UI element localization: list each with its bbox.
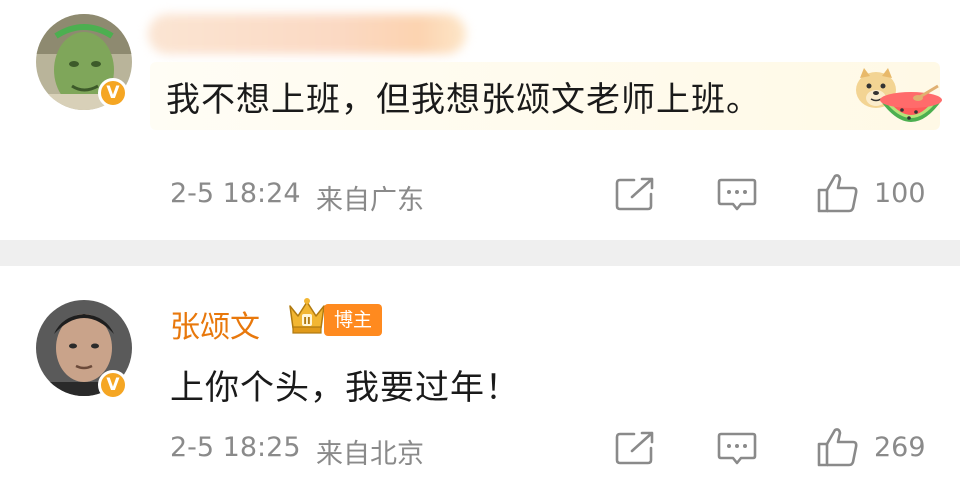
blurred-username (148, 14, 466, 54)
crown-level: II (303, 316, 310, 327)
share-icon[interactable] (614, 430, 656, 466)
reply-icon[interactable] (716, 176, 758, 214)
comment-time: 2-5 18:25 (170, 432, 301, 463)
comment-divider (0, 240, 960, 266)
like-count: 100 (874, 178, 926, 209)
username[interactable]: 张颂文 (170, 302, 260, 346)
comment-item: V 我不想上班，但我想张颂文老师上班。 2-5 18:24 来自广东 100 (0, 0, 960, 240)
like-icon[interactable] (816, 426, 860, 468)
like-icon[interactable] (816, 172, 860, 214)
crown-icon: II (289, 298, 325, 334)
watermelon-emoji (880, 84, 942, 122)
comment-location: 来自北京 (316, 439, 424, 470)
verified-badge: V (98, 370, 128, 400)
comment-time: 2-5 18:24 (170, 178, 301, 209)
share-icon[interactable] (614, 176, 656, 212)
blogger-badge: 博主 (324, 304, 383, 336)
comment-location: 来自广东 (316, 185, 424, 216)
comment-text: 我不想上班，但我想张颂文老师上班。 (166, 80, 761, 120)
verified-badge: V (98, 78, 128, 108)
comment-text: 上你个头，我要过年！ (170, 368, 520, 408)
like-count: 269 (874, 432, 926, 463)
reply-icon[interactable] (716, 430, 758, 468)
comment-item: V 张颂文 II 博主 上你个头，我要过年！ 2-5 18:25 来自北京 26… (0, 266, 960, 494)
